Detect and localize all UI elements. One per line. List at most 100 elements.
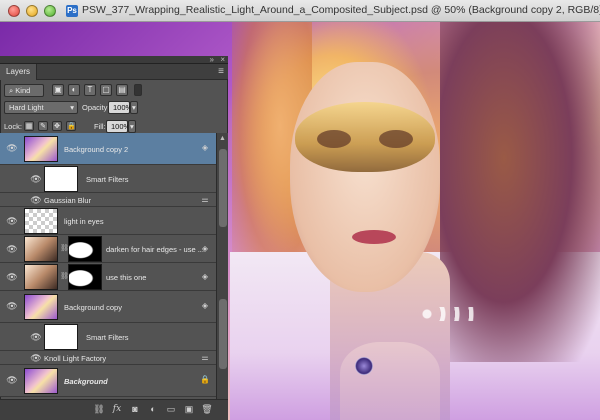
- scroll-up-icon[interactable]: ▲: [219, 135, 226, 142]
- layer-row[interactable]: 👁 Background copy 2 ◈: [0, 133, 216, 165]
- adjustment-layer-icon[interactable]: ◐: [146, 404, 160, 416]
- filter-toggle-icon[interactable]: [134, 84, 142, 96]
- canvas-ring: [355, 357, 373, 375]
- filter-options-icon[interactable]: ⚌: [200, 195, 210, 205]
- canvas-hand: [340, 342, 440, 420]
- layer-row[interactable]: 👁 ⛓ darken for hair edges - use ... ◈: [0, 235, 216, 263]
- layer-row[interactable]: 👁 Gaussian Blur ⚌: [0, 193, 216, 207]
- collapse-panel-icon[interactable]: »: [210, 55, 214, 64]
- layers-list: 👁 Background copy 2 ◈ 👁 Smart Filters 👁 …: [0, 133, 216, 399]
- layer-thumbnail: [24, 368, 58, 394]
- fill-label: Fill:: [94, 122, 106, 131]
- layer-row[interactable]: 👁 Background 🔒: [0, 365, 216, 397]
- eye-icon[interactable]: 👁: [30, 332, 42, 342]
- layer-name[interactable]: Smart Filters: [86, 333, 129, 342]
- link-layers-icon[interactable]: ⛓: [92, 404, 106, 416]
- layer-row[interactable]: 👁 Smart Filters: [0, 165, 216, 193]
- lock-position-icon[interactable]: ✥: [52, 121, 62, 131]
- layer-name[interactable]: use this one: [106, 273, 146, 282]
- opacity-label: Opacity:: [82, 103, 110, 112]
- layer-name[interactable]: Background: [64, 377, 108, 386]
- filter-kind-select[interactable]: ⌕ Kind: [4, 84, 44, 97]
- filter-options-icon[interactable]: ⚌: [200, 353, 210, 363]
- chevron-down-icon: ▾: [70, 103, 74, 112]
- filter-pixel-icon[interactable]: ▣: [52, 84, 64, 96]
- tab-layers[interactable]: Layers: [0, 64, 38, 80]
- opacity-field[interactable]: 100%: [108, 101, 132, 114]
- lock-all-icon[interactable]: 🔒: [66, 121, 76, 131]
- filter-smart-object-icon[interactable]: ▤: [116, 84, 128, 96]
- fill-field[interactable]: 100%: [106, 120, 130, 133]
- layer-style-fx-icon[interactable]: fx: [110, 404, 124, 416]
- eye-icon[interactable]: 👁: [6, 143, 18, 153]
- layer-row[interactable]: 👁 light in eyes: [0, 207, 216, 235]
- filter-adjustment-icon[interactable]: ◐: [68, 84, 80, 96]
- scroll-thumb-secondary[interactable]: [219, 299, 227, 369]
- eye-icon[interactable]: 👁: [30, 195, 42, 205]
- opacity-chevron-icon[interactable]: ▾: [130, 101, 138, 114]
- canvas-pearl-necklace: [420, 307, 480, 321]
- layer-thumbnail: [24, 294, 58, 320]
- layer-thumbnail: [24, 264, 58, 290]
- layer-name[interactable]: Knoll Light Factory: [44, 354, 106, 363]
- layer-name[interactable]: Background copy 2: [64, 145, 128, 154]
- lock-icon: 🔒: [200, 375, 210, 384]
- layer-row[interactable]: 👁 ⛓ use this one ◈: [0, 263, 216, 291]
- minimize-window-button[interactable]: [26, 5, 38, 17]
- document-icon: Ps: [66, 5, 78, 17]
- canvas-masquerade-mask: [295, 102, 435, 172]
- smart-object-icon: ◈: [201, 301, 209, 310]
- link-icon[interactable]: ⛓: [60, 244, 69, 254]
- filter-mask-thumbnail: [44, 166, 78, 192]
- smart-object-icon: ◈: [201, 244, 209, 253]
- lock-label: Lock:: [4, 122, 22, 131]
- new-layer-icon[interactable]: ▣: [182, 404, 196, 416]
- mask-eye-right: [379, 130, 413, 148]
- panel-menu-icon[interactable]: ≡: [218, 66, 224, 77]
- layer-name[interactable]: Gaussian Blur: [44, 196, 91, 205]
- panel-tab-bar: Layers ≡: [0, 64, 228, 80]
- eye-icon[interactable]: 👁: [30, 174, 42, 184]
- layer-thumbnail: [24, 236, 58, 262]
- eye-icon[interactable]: 👁: [6, 301, 18, 311]
- canvas-lips: [352, 230, 396, 244]
- layers-scrollbar[interactable]: ▲: [216, 133, 228, 399]
- layer-row[interactable]: 👁 Knoll Light Factory ⚌: [0, 351, 216, 365]
- layer-mask-thumbnail[interactable]: [68, 236, 102, 262]
- eye-icon[interactable]: 👁: [6, 375, 18, 385]
- eye-icon[interactable]: 👁: [6, 216, 18, 226]
- blend-row: Hard Light ▾ Opacity: 100% ▾: [0, 98, 228, 118]
- layer-thumbnail: [24, 208, 58, 234]
- eye-icon[interactable]: 👁: [6, 244, 18, 254]
- close-panel-icon[interactable]: ×: [220, 55, 225, 64]
- layer-row[interactable]: 👁 Smart Filters: [0, 323, 216, 351]
- smart-object-icon: ◈: [201, 143, 209, 152]
- scroll-thumb[interactable]: [219, 149, 227, 227]
- link-icon[interactable]: ⛓: [60, 272, 69, 282]
- layer-name[interactable]: light in eyes: [64, 217, 104, 226]
- window-title: PSW_377_Wrapping_Realistic_Light_Around_…: [82, 4, 600, 16]
- fill-chevron-icon[interactable]: ▾: [128, 120, 136, 133]
- mask-eye-left: [317, 130, 351, 148]
- filter-type-icon[interactable]: T: [84, 84, 96, 96]
- eye-icon[interactable]: 👁: [30, 353, 42, 363]
- panel-drag-handle[interactable]: » ×: [0, 55, 228, 64]
- lock-image-icon[interactable]: ✎: [38, 121, 48, 131]
- layer-filter-row: ⌕ Kind ▣ ◐ T ▢ ▤: [0, 80, 228, 100]
- layer-name[interactable]: Background copy: [64, 303, 122, 312]
- new-group-icon[interactable]: ▭: [164, 404, 178, 416]
- layer-name[interactable]: Smart Filters: [86, 175, 129, 184]
- layer-thumbnail: [24, 136, 58, 162]
- eye-icon[interactable]: 👁: [6, 272, 18, 282]
- layer-name[interactable]: darken for hair edges - use ...: [106, 245, 204, 254]
- delete-layer-icon[interactable]: 🗑: [200, 404, 214, 416]
- zoom-window-button[interactable]: [44, 5, 56, 17]
- lock-transparent-icon[interactable]: ▦: [24, 121, 34, 131]
- layer-row[interactable]: 👁 Background copy ◈: [0, 291, 216, 323]
- blend-mode-select[interactable]: Hard Light ▾: [4, 101, 78, 114]
- add-mask-icon[interactable]: ◙: [128, 404, 142, 416]
- filter-shape-icon[interactable]: ▢: [100, 84, 112, 96]
- layer-mask-thumbnail[interactable]: [68, 264, 102, 290]
- search-icon: ⌕: [9, 86, 14, 95]
- close-window-button[interactable]: [8, 5, 20, 17]
